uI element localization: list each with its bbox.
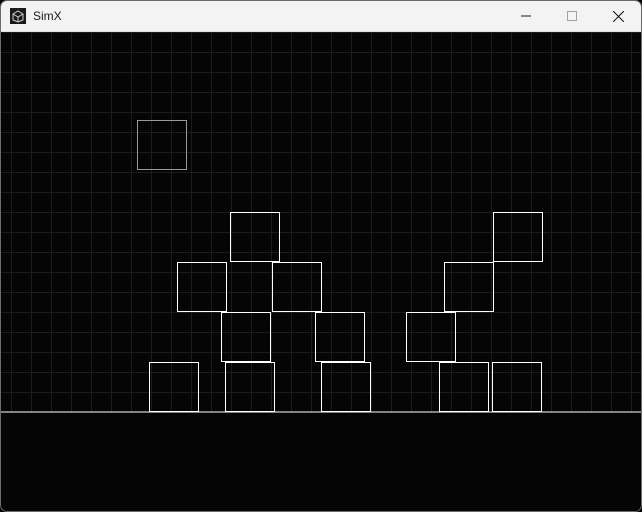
app-window: SimX	[0, 0, 642, 512]
physics-box[interactable]	[493, 212, 543, 262]
minimize-button[interactable]	[503, 1, 549, 31]
physics-box[interactable]	[315, 312, 365, 362]
simulation-scene	[1, 32, 641, 413]
title-bar[interactable]: SimX	[1, 1, 641, 32]
maximize-icon	[567, 11, 577, 21]
physics-box[interactable]	[439, 362, 489, 412]
background-grid	[1, 32, 641, 412]
maximize-button[interactable]	[549, 1, 595, 31]
window-title: SimX	[33, 9, 62, 23]
physics-box[interactable]	[492, 362, 542, 412]
minimize-icon	[521, 11, 531, 21]
physics-box[interactable]	[272, 262, 322, 312]
physics-box[interactable]	[225, 362, 275, 412]
close-icon	[612, 10, 624, 22]
physics-box[interactable]	[321, 362, 371, 412]
physics-bodies	[137, 120, 543, 412]
simx-app-icon	[10, 8, 26, 24]
physics-box[interactable]	[221, 312, 271, 362]
close-button[interactable]	[595, 1, 641, 31]
physics-box[interactable]	[230, 212, 280, 262]
ghost-box[interactable]	[137, 120, 187, 170]
simulation-canvas[interactable]	[1, 32, 641, 511]
physics-box[interactable]	[177, 262, 227, 312]
